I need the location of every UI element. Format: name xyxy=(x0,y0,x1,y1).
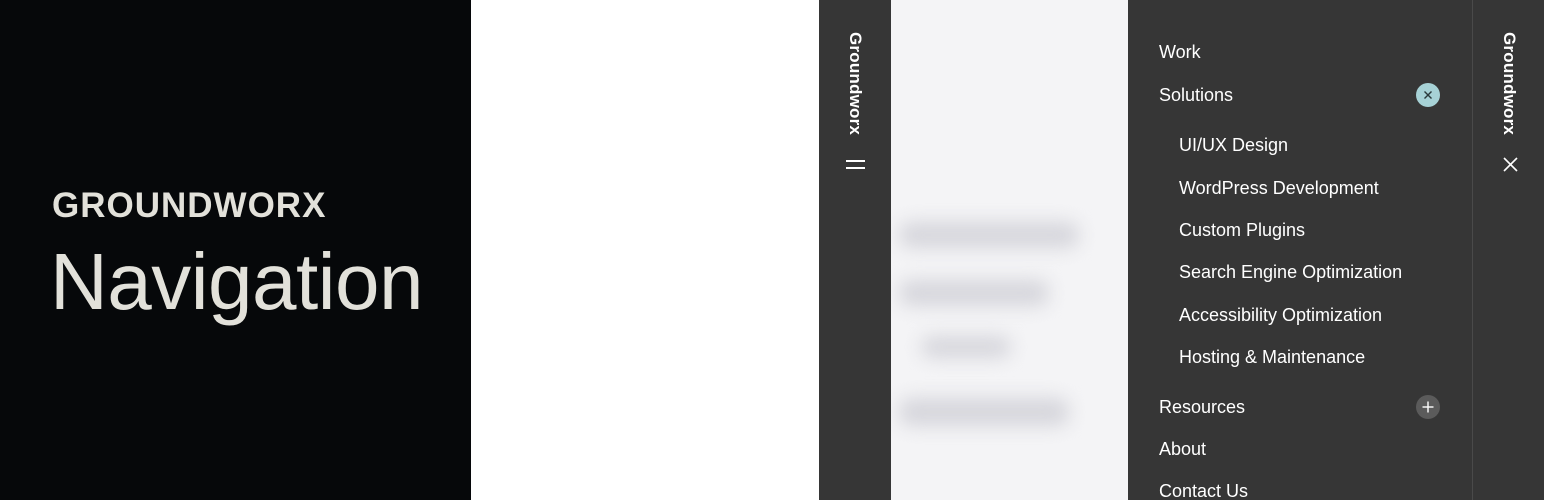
submenu-item-uiux-design[interactable]: UI/UX Design xyxy=(1179,135,1288,156)
nav-item-work[interactable]: Work xyxy=(1159,42,1201,63)
brand-logo-text[interactable]: Groundworx xyxy=(1499,32,1519,135)
hero-section: GROUNDWORX Navigation xyxy=(0,0,471,500)
plus-circle-icon[interactable] xyxy=(1416,395,1440,419)
blurred-content xyxy=(899,398,1069,426)
submenu-item-custom-plugins[interactable]: Custom Plugins xyxy=(1179,220,1305,241)
hero-title: Navigation xyxy=(50,237,424,326)
expanded-nav-rail: Groundworx xyxy=(1472,0,1544,500)
expanded-menu-panel: Work Solutions UI/UX Design WordPress De… xyxy=(1128,0,1472,500)
submenu-item-accessibility[interactable]: Accessibility Optimization xyxy=(1179,305,1382,326)
close-icon[interactable] xyxy=(1502,156,1519,173)
spacer-area xyxy=(471,0,819,500)
blurred-content xyxy=(899,222,1079,248)
close-circle-icon[interactable] xyxy=(1416,83,1440,107)
blurred-content xyxy=(899,280,1049,306)
collapsed-nav-rail: Groundworx xyxy=(819,0,891,500)
nav-item-about[interactable]: About xyxy=(1159,439,1206,460)
submenu-item-wordpress-development[interactable]: WordPress Development xyxy=(1179,178,1379,199)
hero-eyebrow: GROUNDWORX xyxy=(52,186,327,225)
submenu-item-seo[interactable]: Search Engine Optimization xyxy=(1179,262,1402,283)
hamburger-icon[interactable] xyxy=(846,155,865,173)
nav-item-resources[interactable]: Resources xyxy=(1159,397,1245,418)
nav-item-contact-us[interactable]: Contact Us xyxy=(1159,481,1248,500)
brand-logo-text[interactable]: Groundworx xyxy=(845,32,865,135)
page-preview-blurred xyxy=(891,0,1128,500)
nav-item-solutions[interactable]: Solutions xyxy=(1159,85,1233,106)
blurred-content xyxy=(921,336,1011,358)
submenu-item-hosting[interactable]: Hosting & Maintenance xyxy=(1179,347,1365,368)
